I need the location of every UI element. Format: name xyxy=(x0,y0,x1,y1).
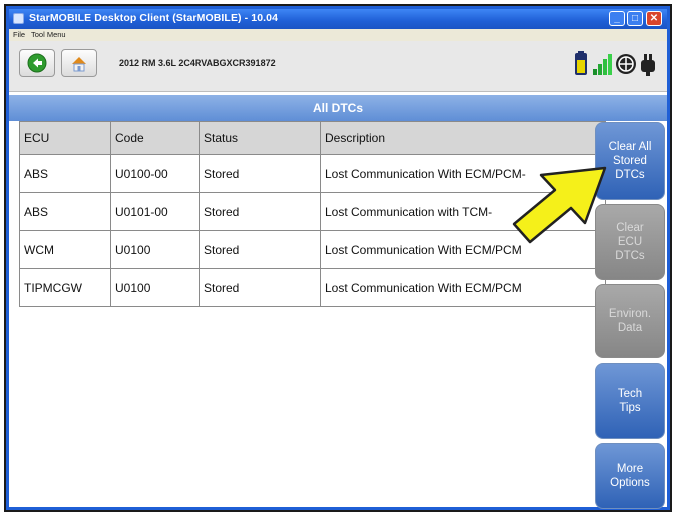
table-row[interactable]: WCM U0100 Stored Lost Communication With… xyxy=(19,230,606,269)
table-header-row: ECU Code Status Description xyxy=(19,121,606,155)
status-icons xyxy=(573,51,659,77)
battery-icon xyxy=(575,51,587,75)
button-label: More Options xyxy=(610,463,650,489)
clear-ecu-dtcs-button[interactable]: Clear ECU DTCs xyxy=(595,204,665,280)
maximize-button[interactable]: □ xyxy=(627,11,643,26)
cell-ecu: ABS xyxy=(19,192,111,231)
cell-status: Stored xyxy=(199,268,321,307)
cell-code: U0100 xyxy=(110,268,200,307)
cell-ecu: ABS xyxy=(19,154,111,193)
minimize-button[interactable]: _ xyxy=(609,11,625,26)
cell-code: U0100-00 xyxy=(110,154,200,193)
column-header-code[interactable]: Code xyxy=(110,121,200,155)
menu-bar: File Tool Menu xyxy=(9,29,667,41)
window-title: StarMOBILE Desktop Client (StarMOBILE) -… xyxy=(29,12,279,24)
app-icon xyxy=(13,13,24,24)
button-label: Clear ECU DTCs xyxy=(615,222,645,262)
cell-status: Stored xyxy=(199,230,321,269)
button-label: Environ. Data xyxy=(608,308,652,334)
table-row[interactable]: ABS U0100-00 Stored Lost Communication W… xyxy=(19,154,606,193)
cell-status: Stored xyxy=(199,154,321,193)
app-window: StarMOBILE Desktop Client (StarMOBILE) -… xyxy=(6,6,670,510)
table-row[interactable]: ABS U0101-00 Stored Lost Communication w… xyxy=(19,192,606,231)
toolbar: 2012 RM 3.6L 2C4RVABGXCR391872 xyxy=(9,41,667,92)
button-label: Tech Tips xyxy=(617,388,643,414)
home-icon xyxy=(72,57,86,72)
menu-file[interactable]: File xyxy=(13,30,25,39)
close-button[interactable]: ✕ xyxy=(646,11,662,26)
column-header-status[interactable]: Status xyxy=(199,121,321,155)
menu-tool-menu[interactable]: Tool Menu xyxy=(31,30,66,39)
page-title: All DTCs xyxy=(9,95,667,121)
cell-description: Lost Communication With ECM/PCM xyxy=(320,230,606,269)
column-header-description[interactable]: Description xyxy=(320,121,606,155)
dtc-table: ECU Code Status Description ABS U0100-00… xyxy=(19,121,606,307)
signal-icon xyxy=(593,54,612,75)
button-label: Clear All Stored DTCs xyxy=(608,141,652,181)
cell-description: Lost Communication With ECM/PCM xyxy=(320,268,606,307)
more-options-button[interactable]: More Options xyxy=(595,443,665,509)
column-header-ecu[interactable]: ECU xyxy=(19,121,111,155)
connector-icon xyxy=(641,54,655,76)
screenshot-frame: StarMOBILE Desktop Client (StarMOBILE) -… xyxy=(4,4,672,512)
tech-tips-button[interactable]: Tech Tips xyxy=(595,363,665,439)
cell-code: U0101-00 xyxy=(110,192,200,231)
back-arrow-icon xyxy=(27,53,47,73)
cell-ecu: WCM xyxy=(19,230,111,269)
cell-status: Stored xyxy=(199,192,321,231)
clear-all-stored-dtcs-button[interactable]: Clear All Stored DTCs xyxy=(595,122,665,200)
environ-data-button[interactable]: Environ. Data xyxy=(595,284,665,358)
cell-ecu: TIPMCGW xyxy=(19,268,111,307)
cell-code: U0100 xyxy=(110,230,200,269)
title-bar[interactable]: StarMOBILE Desktop Client (StarMOBILE) -… xyxy=(9,9,667,29)
home-button[interactable] xyxy=(61,49,97,77)
vehicle-info: 2012 RM 3.6L 2C4RVABGXCR391872 xyxy=(119,58,276,68)
cell-description: Lost Communication with TCM- xyxy=(320,192,606,231)
network-icon xyxy=(616,54,636,74)
cell-description: Lost Communication With ECM/PCM- xyxy=(320,154,606,193)
back-button[interactable] xyxy=(19,49,55,77)
table-row[interactable]: TIPMCGW U0100 Stored Lost Communication … xyxy=(19,268,606,307)
